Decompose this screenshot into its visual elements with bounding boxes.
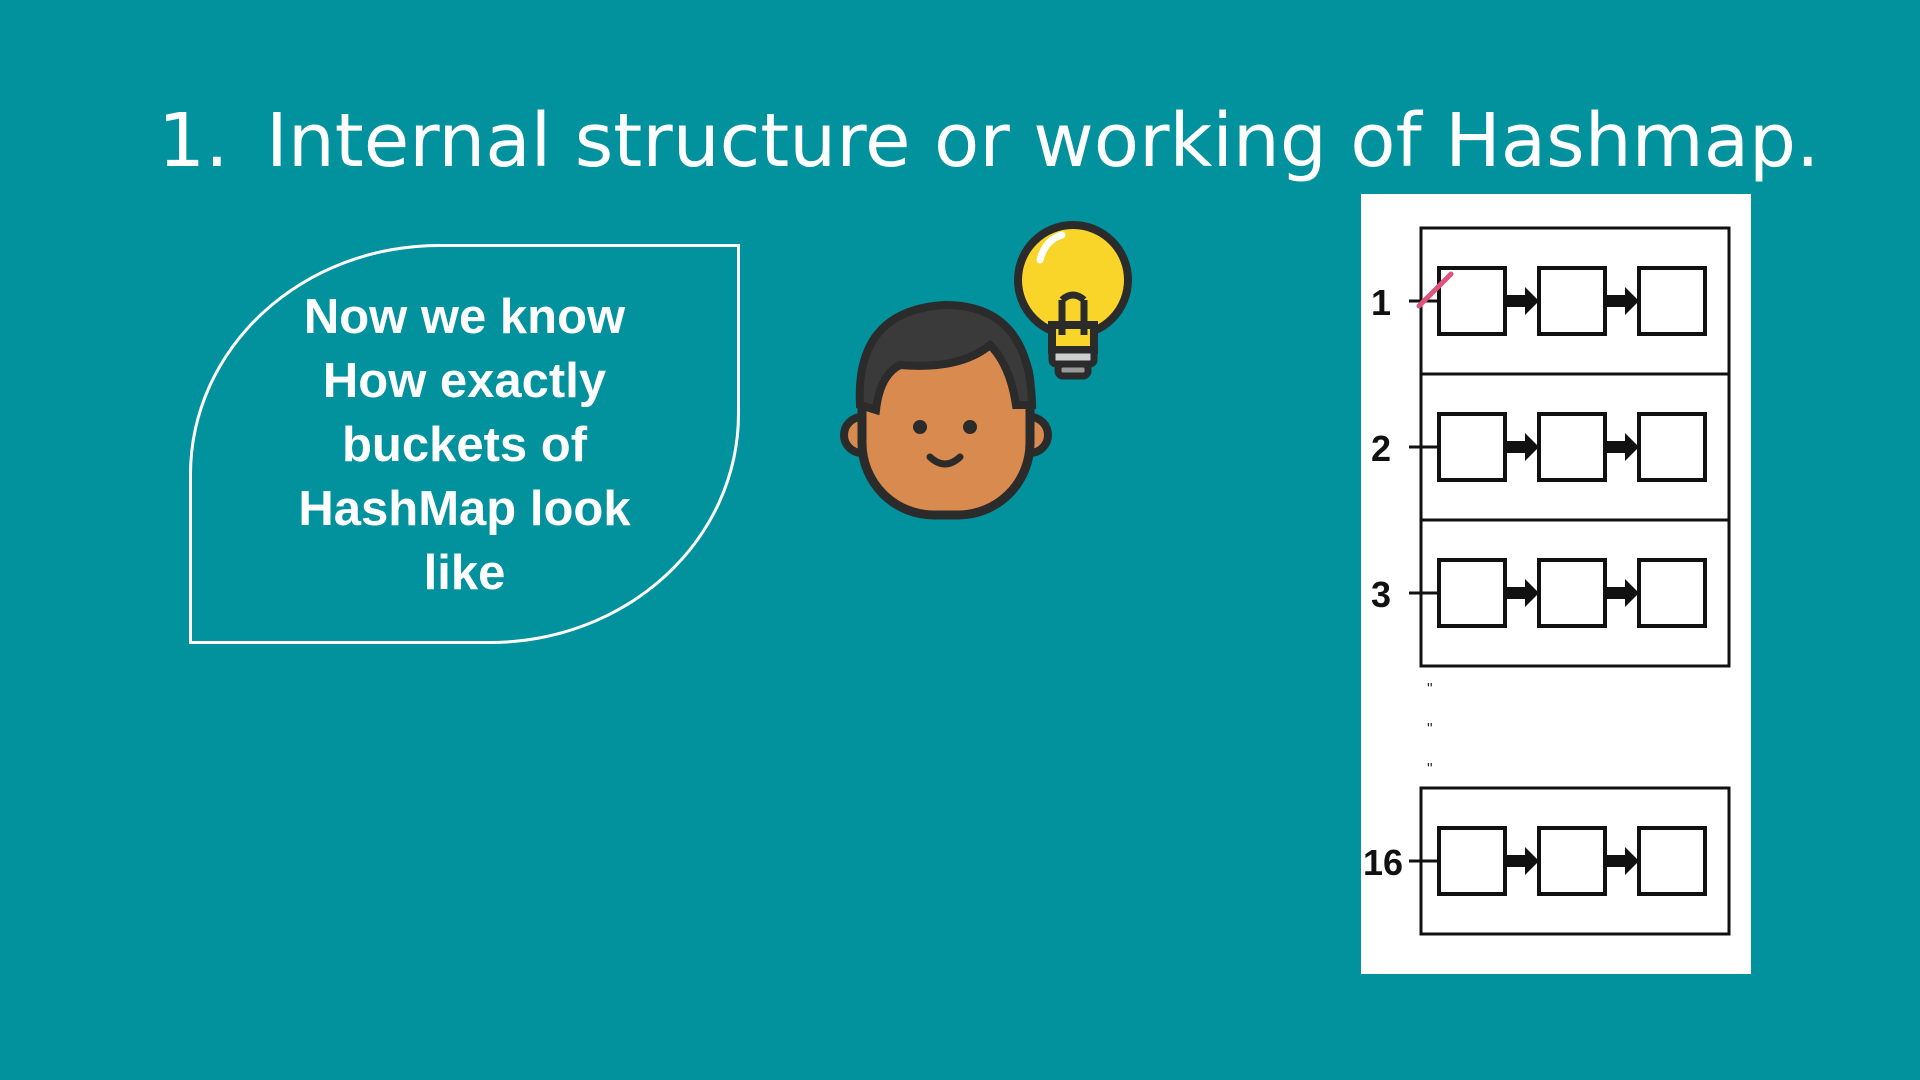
next-arrow (1507, 433, 1539, 461)
bucket-label: 2 (1371, 428, 1391, 469)
linked-node (1637, 266, 1707, 336)
face-icon (840, 300, 1052, 520)
linked-node (1437, 558, 1507, 628)
bucket-diagram: 1 2 3 16 " " " (1361, 194, 1751, 974)
linked-node (1637, 558, 1707, 628)
ellipsis-mark: " (1427, 681, 1433, 698)
bubble-line-2: How exactly (322, 354, 607, 408)
next-arrow (1507, 847, 1539, 875)
linked-node (1537, 266, 1607, 336)
linked-node (1637, 412, 1707, 482)
next-arrow (1607, 579, 1639, 607)
next-arrow (1507, 579, 1539, 607)
bucket-label: 3 (1371, 574, 1391, 615)
title-number: 1. (158, 97, 229, 184)
linked-node (1537, 412, 1607, 482)
ellipsis-mark: " (1427, 761, 1433, 778)
person-with-lightbulb-icon (840, 205, 1140, 525)
title-text: Internal structure or working of Hashmap… (266, 97, 1820, 184)
linked-node (1437, 412, 1507, 482)
linked-node (1537, 826, 1607, 896)
bubble-line-3: buckets of (341, 418, 588, 472)
ellipsis-mark: " (1427, 721, 1433, 738)
next-arrow (1607, 847, 1639, 875)
next-arrow (1607, 287, 1639, 315)
bucket-label: 16 (1363, 842, 1403, 883)
bubble-line-5: like (423, 546, 506, 600)
next-arrow (1607, 433, 1639, 461)
bubble-text: Now we know How exactly buckets of HashM… (189, 285, 740, 605)
bucket-label: 1 (1371, 282, 1391, 323)
linked-node (1437, 826, 1507, 896)
linked-node (1537, 558, 1607, 628)
linked-node (1637, 826, 1707, 896)
bubble-line-4: HashMap look (298, 482, 631, 536)
bubble-line-1: Now we know (303, 290, 626, 344)
lightbulb-icon (1014, 221, 1132, 380)
slide-title: 1. Internal structure or working of Hashm… (158, 98, 1820, 184)
next-arrow (1507, 287, 1539, 315)
